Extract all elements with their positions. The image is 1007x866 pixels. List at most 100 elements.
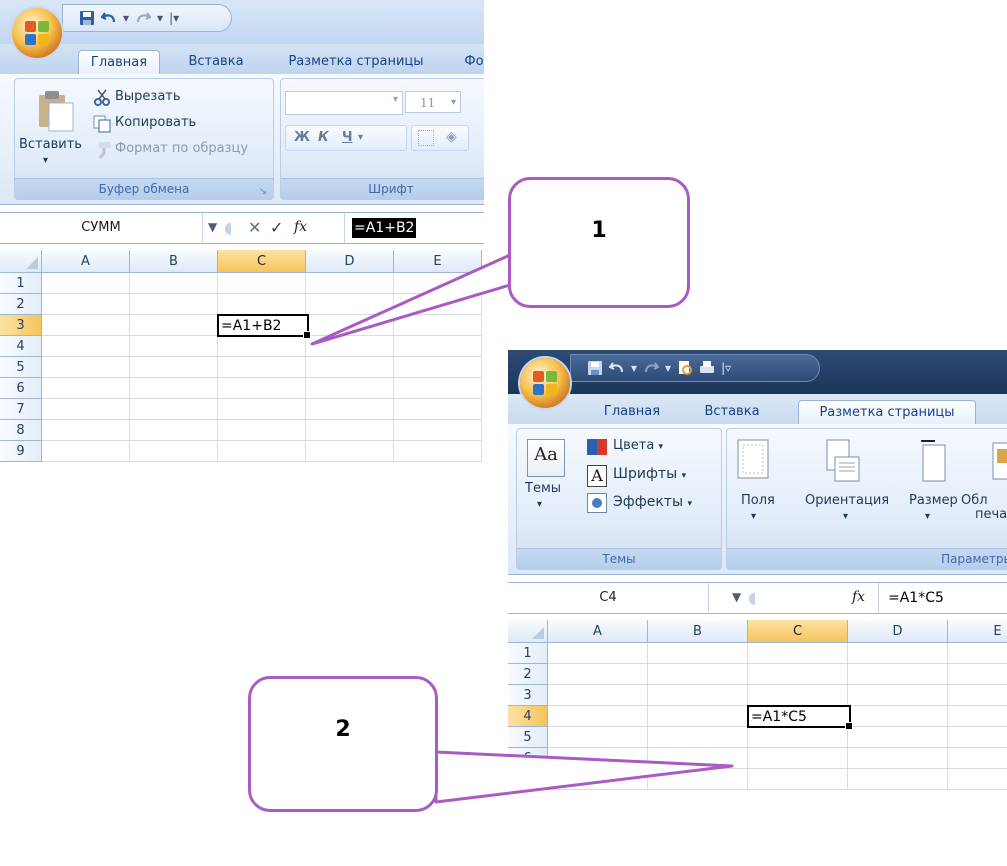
cell-d6[interactable] [306, 378, 394, 399]
cell-c3[interactable] [748, 685, 848, 706]
cell-d3[interactable] [848, 685, 948, 706]
cell-e5[interactable] [394, 357, 482, 378]
cell-a1[interactable] [548, 643, 648, 664]
cell-b6[interactable] [130, 378, 218, 399]
chevron-down-icon[interactable]: ▾ [925, 511, 930, 522]
cell-d1[interactable] [848, 643, 948, 664]
cell-c6[interactable] [748, 748, 848, 769]
column-header-d[interactable]: D [848, 620, 948, 643]
tab-insert[interactable]: Вставка [176, 50, 256, 74]
column-header-e[interactable]: E [394, 250, 482, 273]
column-header-a[interactable]: A [42, 250, 130, 273]
cell-e2[interactable] [948, 664, 1007, 685]
name-box[interactable]: СУММ [0, 213, 203, 242]
save-icon[interactable] [79, 10, 95, 26]
cell-e7[interactable] [948, 769, 1007, 790]
cell-e4[interactable] [394, 336, 482, 357]
cell-d7[interactable] [848, 769, 948, 790]
cell-c1[interactable] [218, 273, 306, 294]
margins-button[interactable]: Поля [741, 493, 775, 508]
cell-b1[interactable] [648, 643, 748, 664]
cell-c5[interactable] [218, 357, 306, 378]
redo-icon[interactable] [135, 10, 152, 26]
office-button[interactable] [520, 358, 570, 408]
orientation-icon[interactable] [825, 439, 861, 483]
name-box-dropdown-icon[interactable]: ▼ [732, 583, 741, 612]
row-header-5[interactable]: 5 [0, 357, 42, 378]
tab-home[interactable]: Главная [592, 400, 672, 424]
dialog-launcher-icon[interactable]: ↘ [259, 186, 267, 197]
cell-c5[interactable] [748, 727, 848, 748]
active-cell[interactable]: =A1*C5 [747, 705, 853, 730]
row-header-1[interactable]: 1 [0, 273, 42, 294]
cell-a8[interactable] [42, 420, 130, 441]
cell-d2[interactable] [306, 294, 394, 315]
cell-c8[interactable] [218, 420, 306, 441]
cell-d4[interactable] [306, 336, 394, 357]
font-name-box[interactable]: ▾ [285, 91, 403, 115]
borders-icon[interactable] [418, 130, 434, 146]
cell-d5[interactable] [848, 727, 948, 748]
cell-b7[interactable] [130, 399, 218, 420]
cell-d3[interactable] [306, 315, 394, 336]
cell-a5[interactable] [548, 727, 648, 748]
cell-e6[interactable] [394, 378, 482, 399]
cell-c1[interactable] [748, 643, 848, 664]
cell-b1[interactable] [130, 273, 218, 294]
cell-b2[interactable] [648, 664, 748, 685]
customize-qat-icon[interactable]: |▾ [169, 11, 179, 25]
row-header-6[interactable]: 6 [508, 748, 548, 769]
tab-home[interactable]: Главная [78, 50, 160, 75]
effects-button[interactable]: Эффекты ▾ [613, 494, 692, 510]
cell-e7[interactable] [394, 399, 482, 420]
formula-input[interactable]: =A1+B2 [352, 218, 417, 238]
column-header-e[interactable]: E [948, 620, 1007, 643]
cell-d6[interactable] [848, 748, 948, 769]
chevron-down-icon[interactable]: ▾ [537, 499, 542, 510]
cell-b6[interactable] [648, 748, 748, 769]
active-cell[interactable]: =A1+B2 [217, 314, 311, 339]
cell-a5[interactable] [42, 357, 130, 378]
paste-icon[interactable] [33, 89, 77, 133]
print-area-icon[interactable] [989, 439, 1007, 483]
cell-a3[interactable] [548, 685, 648, 706]
select-all-button[interactable] [0, 250, 42, 273]
format-painter-button[interactable]: Формат по образцу [115, 141, 248, 156]
cut-button[interactable]: Вырезать [115, 89, 181, 104]
italic-button[interactable]: К [318, 126, 329, 150]
cell-b3[interactable] [130, 315, 218, 336]
row-header-2[interactable]: 2 [508, 664, 548, 685]
row-header-7[interactable]: 7 [508, 769, 548, 790]
cell-e4[interactable] [948, 706, 1007, 727]
redo-icon[interactable] [643, 360, 660, 376]
paste-button[interactable]: Вставить [19, 137, 82, 152]
formula-input[interactable]: =A1*C5 [888, 588, 944, 608]
insert-function-icon[interactable]: fx [294, 213, 307, 242]
tab-insert[interactable]: Вставка [692, 400, 772, 424]
cell-e1[interactable] [948, 643, 1007, 664]
row-header-3[interactable]: 3 [0, 315, 42, 336]
cell-c2[interactable] [218, 294, 306, 315]
row-header-1[interactable]: 1 [508, 643, 548, 664]
underline-button[interactable]: Ч [342, 126, 353, 150]
cell-e5[interactable] [948, 727, 1007, 748]
cell-a2[interactable] [42, 294, 130, 315]
cell-b4[interactable] [130, 336, 218, 357]
cell-c7[interactable] [748, 769, 848, 790]
cell-c7[interactable] [218, 399, 306, 420]
chevron-down-icon[interactable]: ▾ [157, 11, 163, 25]
cell-d9[interactable] [306, 441, 394, 462]
column-header-b[interactable]: B [130, 250, 218, 273]
undo-icon[interactable] [101, 10, 117, 26]
column-header-c[interactable]: C [748, 620, 848, 643]
chevron-down-icon[interactable]: ▾ [123, 11, 129, 25]
row-header-6[interactable]: 6 [0, 378, 42, 399]
cell-d1[interactable] [306, 273, 394, 294]
customize-qat-icon[interactable]: |▿ [721, 361, 731, 375]
print-icon[interactable] [699, 360, 715, 376]
cell-e6[interactable] [948, 748, 1007, 769]
select-all-button[interactable] [508, 620, 548, 643]
cell-d7[interactable] [306, 399, 394, 420]
name-box-dropdown-icon[interactable]: ▼ [208, 213, 217, 242]
cell-c4[interactable] [218, 336, 306, 357]
